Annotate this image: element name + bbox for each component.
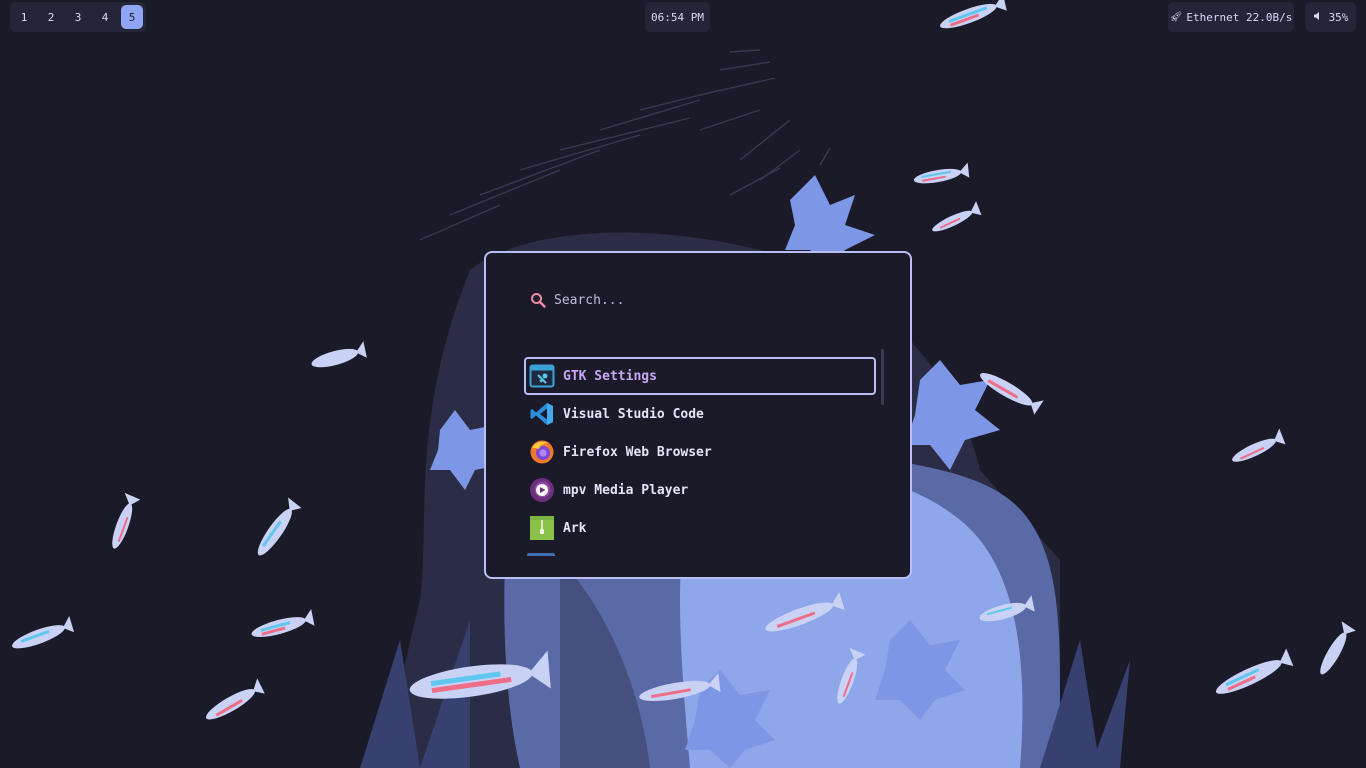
app-launcher: GTK Settings Visual Studio Code (484, 251, 912, 579)
network-indicator[interactable]: 🚀︎ Ethernet 22.0B/s (1168, 2, 1294, 32)
rocket-icon: 🚀︎ (1169, 11, 1183, 23)
result-gtk-settings[interactable]: GTK Settings (524, 357, 876, 395)
results-scrollbar[interactable] (881, 349, 884, 405)
workspace-button-5[interactable]: 5 (121, 5, 143, 29)
workspace-button-1[interactable]: 1 (13, 5, 35, 29)
gtk-settings-icon (529, 363, 555, 389)
speaker-icon (1313, 11, 1323, 24)
volume-indicator[interactable]: 35% (1305, 2, 1356, 32)
volume-label: 35% (1328, 10, 1349, 24)
result-visual-studio-code[interactable]: Visual Studio Code (524, 395, 876, 433)
clock[interactable]: 06:54 PM (645, 2, 710, 32)
ark-icon (529, 515, 555, 541)
result-label: mpv Media Player (563, 482, 689, 498)
workspace-button-3[interactable]: 3 (67, 5, 89, 29)
firefox-icon (529, 439, 555, 465)
workspace-button-2[interactable]: 2 (40, 5, 62, 29)
result-label: Visual Studio Code (563, 406, 704, 422)
workspace-button-4[interactable]: 4 (94, 5, 116, 29)
result-label: Ark (563, 520, 587, 536)
search-bar (530, 289, 854, 311)
vscode-icon (529, 401, 555, 427)
workspace-switcher: 1 2 3 4 5 (10, 2, 146, 32)
result-mpv[interactable]: mpv Media Player (524, 471, 876, 509)
mpv-icon (529, 477, 555, 503)
results-list: GTK Settings Visual Studio Code Firefox … (524, 357, 876, 547)
result-label: Firefox Web Browser (563, 444, 712, 460)
search-input[interactable] (554, 292, 854, 308)
result-firefox[interactable]: Firefox Web Browser (524, 433, 876, 471)
search-icon (531, 293, 546, 308)
result-ark[interactable]: Ark (524, 509, 876, 547)
network-label: Ethernet 22.0B/s (1186, 10, 1293, 24)
partially-visible-result-icon (527, 553, 555, 556)
clock-label: 06:54 PM (651, 10, 704, 24)
result-label: GTK Settings (563, 368, 657, 384)
